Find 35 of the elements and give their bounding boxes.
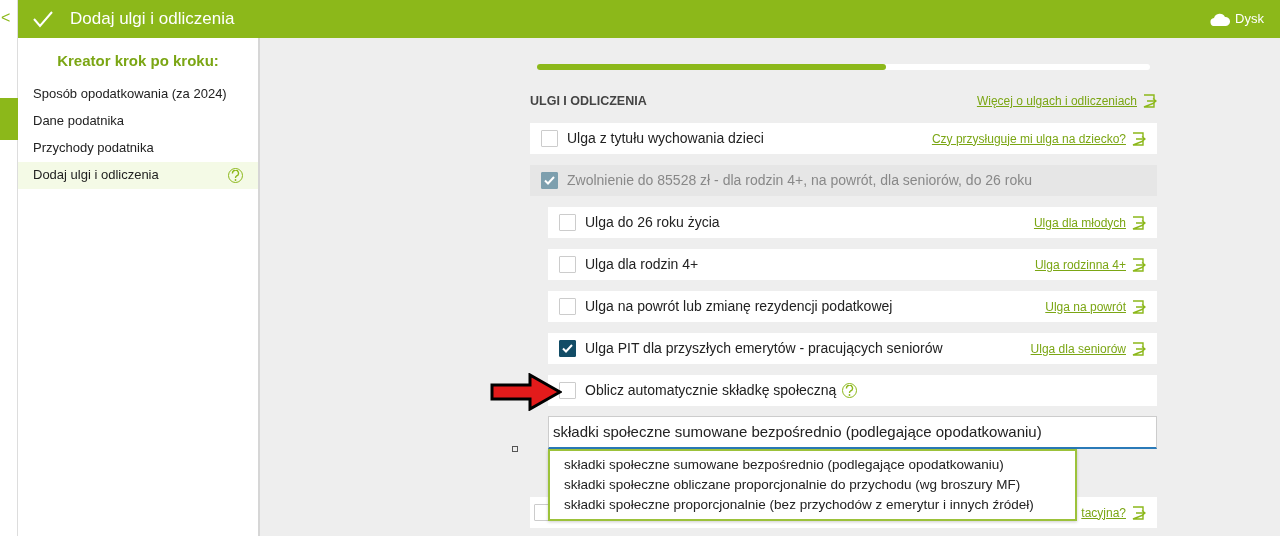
info-link[interactable]: tacyjna? [1081, 503, 1126, 522]
external-link-icon[interactable] [1130, 214, 1146, 231]
back-button[interactable]: < [0, 0, 17, 38]
info-link[interactable]: Czy przysługuje mi ulga na dziecko? [931, 129, 1126, 148]
option-label: Oblicz automatycznie składkę społeczną [585, 381, 837, 400]
external-link-icon[interactable] [1130, 298, 1146, 315]
info-link[interactable]: Więcej o ulgach i odliczeniach [976, 92, 1137, 110]
external-link-icon[interactable] [1130, 504, 1146, 521]
checkmark-icon [544, 176, 555, 185]
option-label: Ulga z tytułu wychowania dzieci [567, 129, 764, 148]
check-icon [32, 10, 54, 28]
cloud-icon [1210, 12, 1231, 26]
external-link-icon[interactable] [1130, 130, 1146, 147]
option-label: Ulga dla rodzin 4+ [585, 255, 699, 274]
page-title: Dodaj ulgi i odliczenia [70, 8, 235, 31]
external-link-icon[interactable] [1130, 340, 1146, 357]
option-label: Ulga do 26 roku życia [585, 213, 720, 232]
select-field[interactable]: składki społeczne sumowane bezpośrednio (podlegające opodatkowaniu) [548, 416, 1157, 449]
drive-link[interactable]: Dysk [1235, 9, 1264, 29]
dropdown-option[interactable]: składki społeczne proporcjonalnie (bez przychodów z emerytur i innych źródeł) [564, 495, 1061, 515]
arrow-icon [490, 373, 562, 411]
option-label: Zwolnienie do 85528 zł - dla rodzin 4+, na powrót, dla seniorów, do 26 roku [567, 171, 1032, 190]
sidebar-item[interactable]: Przychody podatnika [18, 134, 258, 162]
sidebar-item[interactable]: Dane podatnika [18, 107, 258, 135]
section-title: ULGI I ODLICZENIA [530, 92, 647, 110]
sidebar-title: Kreator krok po kroku: [56, 51, 220, 71]
option-label: Ulga PIT dla przyszłych emerytów - pracujących seniorów [585, 339, 943, 358]
sidebar-item[interactable]: Dodaj ulgi i odliczenia [18, 161, 258, 189]
dropdown-option[interactable]: składki społeczne obliczane proporcjonalnie do przychodu (wg broszury MF) [564, 475, 1061, 495]
sidebar-item[interactable]: Sposób opodatkowania (za 2024) [18, 80, 258, 108]
option-label: Ulga na powrót lub zmianę rezydencji podatkowej [585, 297, 893, 316]
checkmark-icon [562, 344, 573, 353]
external-link-icon[interactable] [1130, 256, 1146, 273]
external-link-icon[interactable] [1141, 93, 1157, 109]
dropdown-option[interactable]: składki społeczne sumowane bezpośrednio (podlegające opodatkowaniu) [564, 455, 1061, 475]
